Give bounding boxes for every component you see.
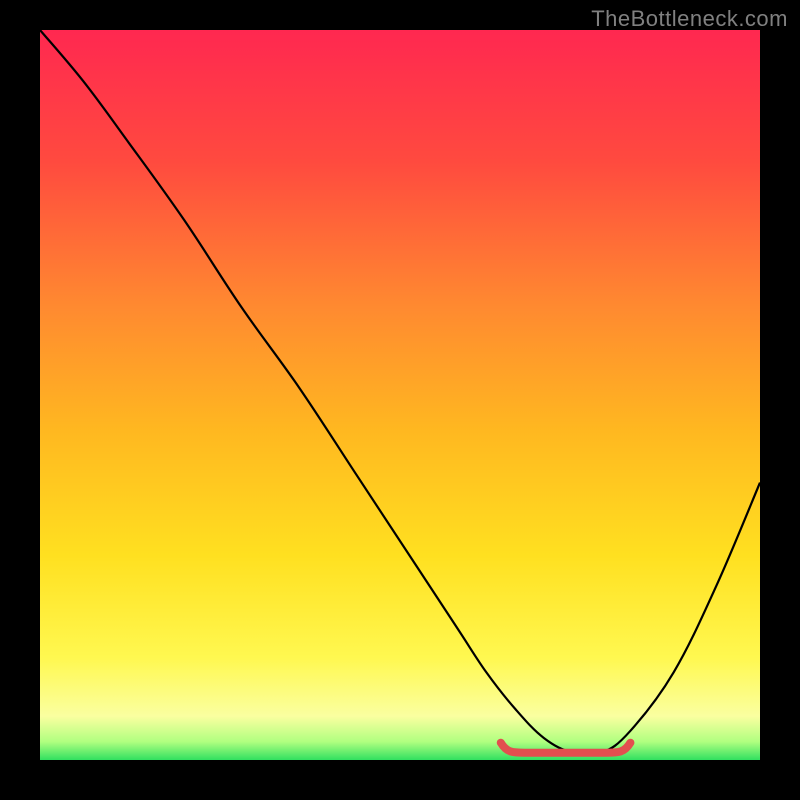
chart-svg — [40, 30, 760, 760]
plot-area — [40, 30, 760, 760]
watermark-text: TheBottleneck.com — [591, 6, 788, 32]
chart-container: TheBottleneck.com — [0, 0, 800, 800]
gradient-rect — [40, 30, 760, 760]
